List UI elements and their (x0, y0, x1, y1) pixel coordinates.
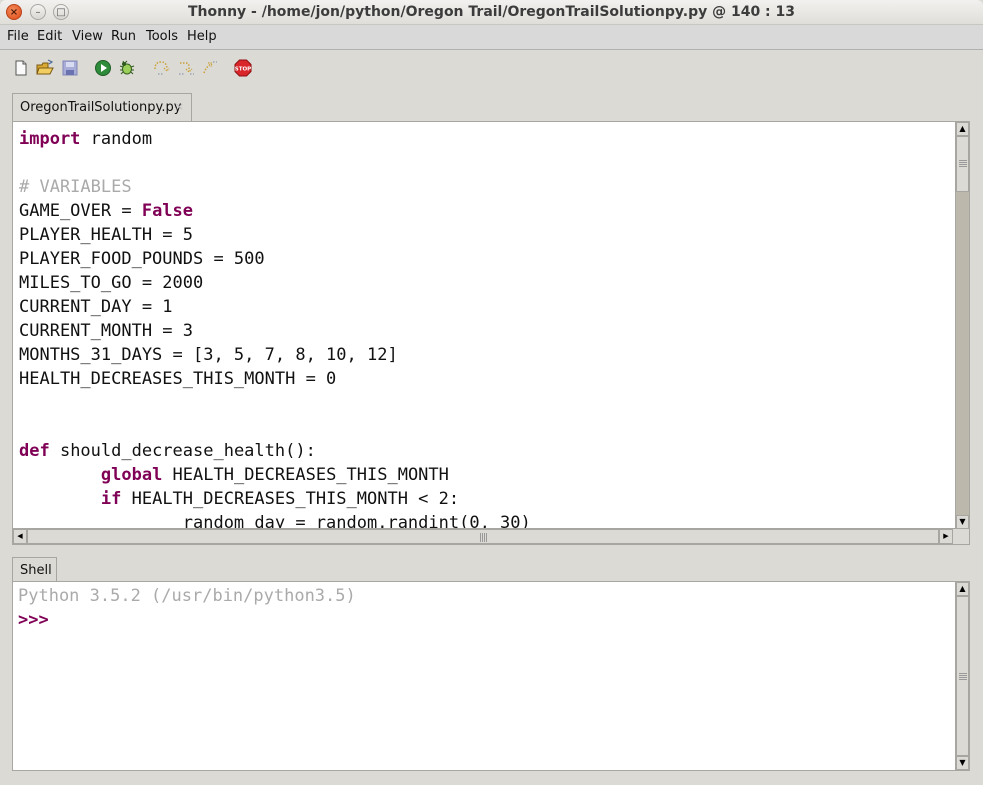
step-over-button[interactable] (152, 59, 170, 77)
title-bar: × – □ Thonny - /home/jon/python/Oregon T… (0, 0, 983, 25)
save-icon (62, 60, 78, 76)
shell-scroll-down-button[interactable]: ▼ (956, 756, 969, 770)
editor-tabstrip: OregonTrailSolutionpy.py × (0, 92, 983, 122)
menu-view[interactable]: View (72, 29, 103, 44)
code-line[interactable]: # VARIABLES (19, 175, 132, 199)
new-file-button[interactable] (12, 59, 30, 77)
code-text-area[interactable]: import random # VARIABLES GAME_OVER = Fals… (13, 122, 955, 529)
code-keyword: False (141, 201, 194, 221)
code-line[interactable]: HEALTH_DECREASES_THIS_MONTH = 0 (19, 367, 336, 391)
menu-bar: File Edit View Run Tools Help (0, 25, 983, 50)
code-line[interactable]: def should_decrease_health(): (19, 439, 316, 463)
code-text: HEALTH_DECREASES_THIS_MONTH = 0 (19, 369, 337, 389)
tab-label: OregonTrailSolutionpy.py (20, 100, 182, 115)
open-folder-icon (36, 59, 54, 75)
code-text: random_day = random.randint(0, 30) (19, 513, 531, 529)
shell-vscroll-thumb[interactable] (956, 596, 969, 756)
shell-tab-label: Shell (20, 563, 52, 578)
code-line[interactable]: if HEALTH_DECREASES_THIS_MONTH < 2: (19, 487, 459, 511)
code-text: HEALTH_DECREASES_THIS_MONTH (162, 465, 449, 485)
shell-vertical-scrollbar[interactable]: ▲ ▼ (955, 582, 969, 770)
code-text: MONTHS_31_DAYS = [3, 5, 7, 8, 10, 12] (19, 345, 398, 365)
code-keyword: global (100, 465, 163, 485)
code-text: PLAYER_HEALTH = 5 (19, 225, 193, 245)
stop-icon: STOP (234, 59, 252, 77)
scroll-up-button[interactable]: ▲ (956, 122, 969, 136)
run-icon (95, 60, 111, 76)
arrow-up-icon: ▲ (959, 124, 966, 133)
debug-button[interactable] (117, 59, 135, 77)
editor-vscroll-thumb[interactable] (956, 136, 969, 192)
menu-file[interactable]: File (7, 29, 29, 44)
arrow-up-icon: ▲ (959, 584, 966, 593)
code-keyword: def (19, 441, 50, 461)
code-line[interactable]: MILES_TO_GO = 2000 (19, 271, 203, 295)
code-text: GAME_OVER = (19, 201, 142, 221)
scroll-right-button[interactable]: ▶ (939, 529, 953, 544)
stop-button[interactable]: STOP (234, 59, 252, 77)
new-file-icon (15, 60, 27, 76)
arrow-left-icon: ◀ (17, 532, 23, 540)
run-button[interactable] (94, 59, 112, 77)
step-out-icon (203, 61, 217, 74)
shell-banner: Python 3.5.2 (/usr/bin/python3.5) (18, 586, 356, 606)
shell-scroll-up-button[interactable]: ▲ (956, 582, 969, 596)
code-comment: # VARIABLES (19, 177, 132, 197)
code-text: CURRENT_DAY = 1 (19, 297, 173, 317)
code-line[interactable]: random_day = random.randint(0, 30) (19, 511, 531, 529)
toolbar: STOP (0, 51, 983, 87)
shell-prompt[interactable]: >>> (18, 608, 49, 632)
arrow-right-icon: ▶ (943, 532, 949, 540)
code-keyword: import (19, 129, 81, 149)
window-title: Thonny - /home/jon/python/Oregon Trail/O… (187, 4, 796, 20)
code-text: CURRENT_MONTH = 3 (19, 321, 193, 341)
code-keyword: if (100, 489, 122, 509)
code-text: should_decrease_health(): (49, 441, 316, 461)
menu-help[interactable]: Help (187, 29, 217, 44)
step-into-button[interactable] (177, 59, 195, 77)
code-line[interactable]: GAME_OVER = False (19, 199, 193, 223)
code-line[interactable]: import random (19, 127, 152, 151)
editor-horizontal-scrollbar[interactable]: ◀ ▶ (13, 528, 955, 544)
save-file-button[interactable] (61, 59, 79, 77)
step-over-icon (154, 61, 170, 75)
editor-hscroll-thumb[interactable] (27, 529, 939, 544)
open-file-button[interactable] (36, 59, 54, 77)
menu-run[interactable]: Run (111, 29, 136, 44)
code-line[interactable]: PLAYER_FOOD_POUNDS = 500 (19, 247, 265, 271)
code-text: PLAYER_FOOD_POUNDS = 500 (19, 249, 265, 269)
shell-panel[interactable]: Python 3.5.2 (/usr/bin/python3.5) >>> ▲ … (12, 581, 970, 771)
code-text: random (80, 129, 153, 149)
step-into-icon (179, 62, 194, 75)
code-line[interactable]: global HEALTH_DECREASES_THIS_MONTH (19, 463, 449, 487)
tab-shell[interactable]: Shell (12, 557, 57, 583)
code-text: MILES_TO_GO = 2000 (19, 273, 204, 293)
code-line[interactable]: MONTHS_31_DAYS = [3, 5, 7, 8, 10, 12] (19, 343, 398, 367)
arrow-down-icon: ▼ (959, 517, 966, 526)
step-out-button[interactable] (200, 59, 218, 77)
code-text: HEALTH_DECREASES_THIS_MONTH < 2: (121, 489, 460, 509)
tab-close-icon[interactable]: × (175, 100, 184, 113)
scroll-left-button[interactable]: ◀ (13, 529, 27, 544)
tab-oregontrailsolution[interactable]: OregonTrailSolutionpy.py × (12, 93, 192, 121)
code-line[interactable]: CURRENT_MONTH = 3 (19, 319, 193, 343)
menu-tools[interactable]: Tools (146, 29, 178, 44)
stop-label: STOP (235, 67, 251, 73)
scroll-down-button[interactable]: ▼ (956, 515, 969, 529)
arrow-down-icon: ▼ (959, 758, 966, 767)
code-line[interactable]: PLAYER_HEALTH = 5 (19, 223, 193, 247)
code-line[interactable]: CURRENT_DAY = 1 (19, 295, 173, 319)
bug-icon (119, 60, 135, 75)
menu-edit[interactable]: Edit (37, 29, 62, 44)
code-editor: import random # VARIABLES GAME_OVER = Fals… (12, 121, 970, 545)
editor-vertical-scrollbar[interactable]: ▲ ▼ (955, 122, 969, 529)
